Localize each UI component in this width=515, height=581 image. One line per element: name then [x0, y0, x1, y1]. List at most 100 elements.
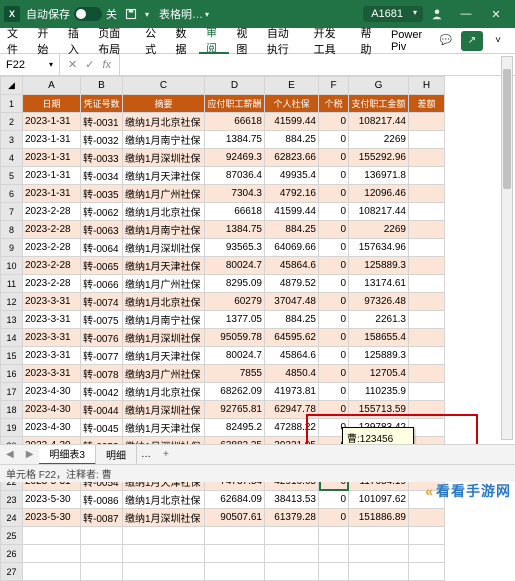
- save-icon[interactable]: [125, 8, 137, 20]
- cell[interactable]: 90507.61: [205, 509, 265, 527]
- cell[interactable]: 884.25: [265, 221, 319, 239]
- tab-home[interactable]: 开始: [30, 28, 60, 54]
- row-header[interactable]: 26: [1, 545, 23, 563]
- cell[interactable]: 62947.78: [265, 401, 319, 419]
- col-header[interactable]: H: [409, 77, 445, 95]
- cell[interactable]: 缴纳1月北京社保: [123, 383, 205, 401]
- cell[interactable]: 66618: [205, 113, 265, 131]
- cell[interactable]: 4879.52: [265, 275, 319, 293]
- filename-dropdown-icon[interactable]: ▾: [205, 10, 209, 19]
- cell[interactable]: 2023-2-28: [23, 221, 81, 239]
- cell[interactable]: 2023-1-31: [23, 131, 81, 149]
- sheet-tab-active[interactable]: 明细表3: [39, 445, 96, 465]
- cell[interactable]: 2023-2-28: [23, 203, 81, 221]
- cell[interactable]: 转-0062: [81, 203, 123, 221]
- cell[interactable]: 转-0075: [81, 311, 123, 329]
- cell[interactable]: 49935.4: [265, 167, 319, 185]
- cell[interactable]: 0: [319, 113, 349, 131]
- cell[interactable]: 93565.3: [205, 239, 265, 257]
- cell[interactable]: 41973.81: [265, 383, 319, 401]
- cell[interactable]: [409, 113, 445, 131]
- cell[interactable]: 转-0035: [81, 185, 123, 203]
- row-header[interactable]: 1: [1, 95, 23, 113]
- cell[interactable]: [409, 149, 445, 167]
- cell[interactable]: 41599.44: [265, 203, 319, 221]
- cell[interactable]: 884.25: [265, 131, 319, 149]
- cell[interactable]: 2023-2-28: [23, 257, 81, 275]
- cell[interactable]: 4850.4: [265, 365, 319, 383]
- cell[interactable]: 转-0066: [81, 275, 123, 293]
- row-header[interactable]: 25: [1, 527, 23, 545]
- cell[interactable]: [123, 527, 205, 545]
- cell[interactable]: 92765.81: [205, 401, 265, 419]
- cell[interactable]: 转-0077: [81, 347, 123, 365]
- cell[interactable]: [409, 203, 445, 221]
- namebox-dropdown-icon[interactable]: ▾: [49, 60, 53, 69]
- cell[interactable]: 转-0045: [81, 419, 123, 437]
- cell[interactable]: 凭证号数: [81, 95, 123, 113]
- row-header[interactable]: 11: [1, 275, 23, 293]
- cell[interactable]: [409, 239, 445, 257]
- cell[interactable]: [319, 563, 349, 581]
- cell[interactable]: [409, 221, 445, 239]
- add-sheet-button[interactable]: +: [155, 449, 177, 460]
- cell[interactable]: 7304.3: [205, 185, 265, 203]
- cell[interactable]: [265, 545, 319, 563]
- cell[interactable]: 0: [319, 239, 349, 257]
- tab-data[interactable]: 数据: [169, 28, 199, 54]
- cell[interactable]: [409, 275, 445, 293]
- cell[interactable]: 68262.09: [205, 383, 265, 401]
- cell[interactable]: 0: [319, 293, 349, 311]
- toggle-switch[interactable]: [74, 7, 102, 21]
- cell[interactable]: 64595.62: [265, 329, 319, 347]
- cell[interactable]: 2269: [349, 221, 409, 239]
- autosave-toggle[interactable]: 自动保存 关: [26, 6, 117, 22]
- cell[interactable]: 12705.4: [349, 365, 409, 383]
- cell[interactable]: 155292.96: [349, 149, 409, 167]
- cell[interactable]: 2023-4-30: [23, 383, 81, 401]
- cell[interactable]: [349, 563, 409, 581]
- cell[interactable]: 支付职工金额: [349, 95, 409, 113]
- tab-file[interactable]: 文件: [0, 28, 30, 54]
- row-header[interactable]: 2: [1, 113, 23, 131]
- row-header[interactable]: 4: [1, 149, 23, 167]
- cell[interactable]: 155713.59: [349, 401, 409, 419]
- cell[interactable]: [409, 167, 445, 185]
- tab-help[interactable]: 帮助: [354, 28, 384, 54]
- cell[interactable]: 97326.48: [349, 293, 409, 311]
- cell[interactable]: [23, 545, 81, 563]
- cell[interactable]: 2023-2-28: [23, 239, 81, 257]
- cell[interactable]: 0: [319, 311, 349, 329]
- cell[interactable]: [23, 563, 81, 581]
- cell[interactable]: 转-0078: [81, 365, 123, 383]
- fx-icon[interactable]: fx: [102, 59, 111, 71]
- cell[interactable]: [409, 185, 445, 203]
- cell[interactable]: 12096.46: [349, 185, 409, 203]
- cell[interactable]: [409, 545, 445, 563]
- row-header[interactable]: 6: [1, 185, 23, 203]
- cell[interactable]: 884.25: [265, 311, 319, 329]
- col-header[interactable]: F: [319, 77, 349, 95]
- share-button[interactable]: ↗: [461, 31, 483, 51]
- cell[interactable]: 2269: [349, 131, 409, 149]
- cell[interactable]: 应付职工薪酬: [205, 95, 265, 113]
- row-header[interactable]: 27: [1, 563, 23, 581]
- cell[interactable]: 0: [319, 185, 349, 203]
- cell[interactable]: 缴纳1月深圳社保: [123, 401, 205, 419]
- cell[interactable]: 110235.9: [349, 383, 409, 401]
- tab-formula[interactable]: 公式: [138, 28, 168, 54]
- row-header[interactable]: 16: [1, 365, 23, 383]
- cell[interactable]: 0: [319, 149, 349, 167]
- row-header[interactable]: 14: [1, 329, 23, 347]
- cell[interactable]: 1384.75: [205, 221, 265, 239]
- row-header[interactable]: 8: [1, 221, 23, 239]
- row-header[interactable]: 15: [1, 347, 23, 365]
- cell[interactable]: [409, 563, 445, 581]
- cell[interactable]: 136971.8: [349, 167, 409, 185]
- cell[interactable]: 0: [319, 167, 349, 185]
- cell[interactable]: 2023-1-31: [23, 167, 81, 185]
- cell[interactable]: 缴纳1月北京社保: [123, 203, 205, 221]
- cell[interactable]: [409, 365, 445, 383]
- cell[interactable]: 转-0063: [81, 221, 123, 239]
- cell[interactable]: 缴纳1月天津社保: [123, 167, 205, 185]
